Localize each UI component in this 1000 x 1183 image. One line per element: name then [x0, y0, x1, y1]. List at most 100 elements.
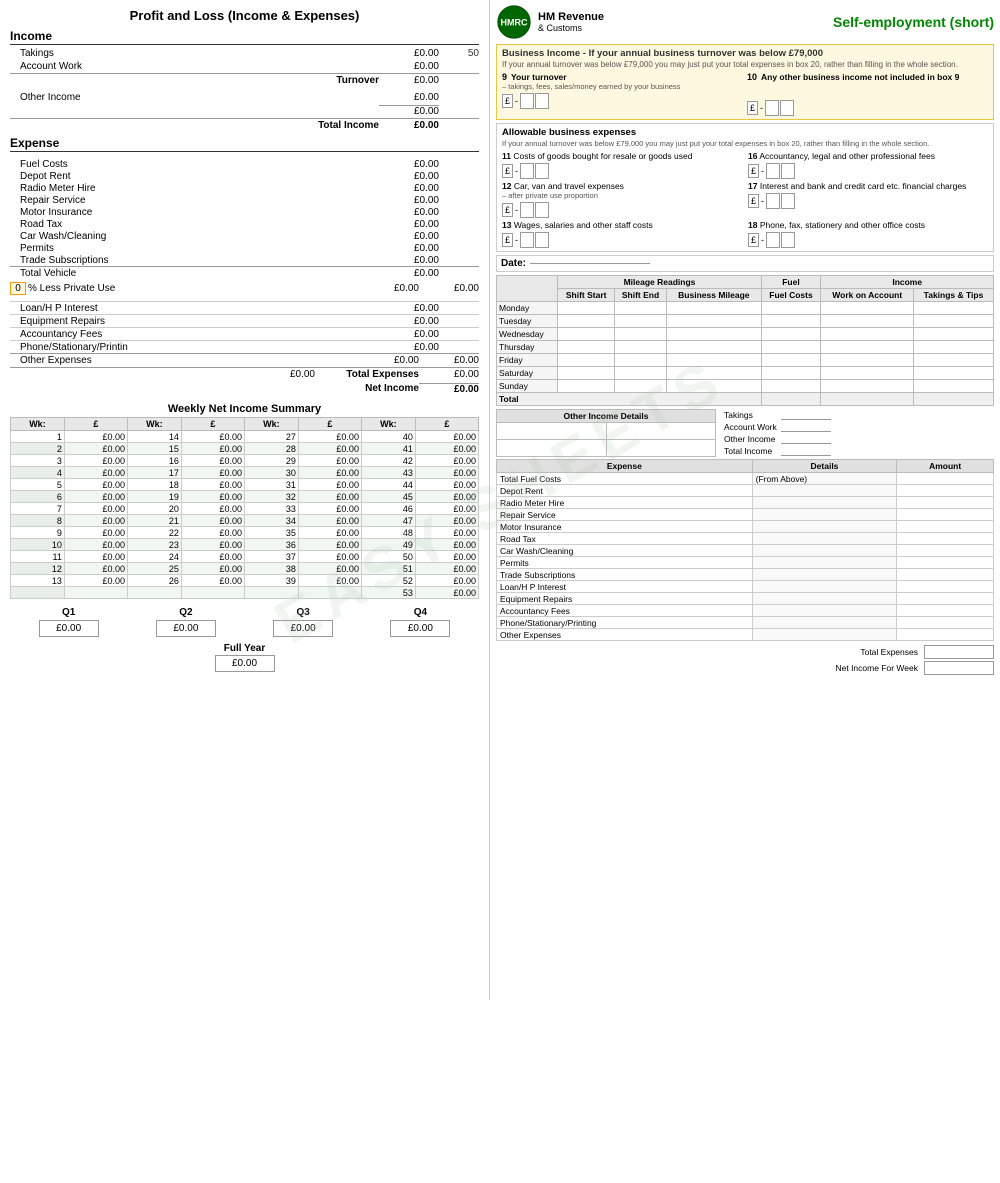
bi-box9-num: 9 — [502, 72, 507, 82]
list-item: Thursday — [497, 341, 994, 354]
vehicle-item-label: Fuel Costs — [20, 159, 379, 170]
hmrc-logo-icon: HMRC — [496, 4, 532, 40]
vehicle-item-label: Radio Meter Hire — [20, 183, 379, 194]
hmrc-text: HM Revenue & Customs — [538, 11, 604, 33]
vehicle-item-amount: £0.00 — [379, 207, 439, 218]
private-amount2: £0.00 — [419, 283, 479, 294]
allow-item-17: 17 Interest and bank and credit card etc… — [748, 181, 988, 218]
date-box[interactable] — [530, 263, 650, 264]
other-exp-amount: £0.00 — [379, 303, 439, 314]
other-exp-label: Equipment Repairs — [20, 316, 379, 327]
list-item: Wednesday — [497, 328, 994, 341]
brs-total-expenses: Total Expenses — [496, 644, 994, 660]
list-item: Sunday — [497, 380, 994, 393]
allow-item-12: 12 Car, van and travel expenses – after … — [502, 181, 742, 218]
list-item: 53£0.00 — [11, 587, 479, 599]
other-income-header: Other Income Details — [497, 410, 716, 423]
hmrc-logo: HMRC HM Revenue & Customs — [496, 4, 604, 40]
table-row: Permits — [497, 557, 994, 569]
bi-box10-title: Any other business income not included i… — [761, 72, 959, 82]
table-row: Repair Service — [497, 509, 994, 521]
list-item: 4£0.0017£0.0030£0.0043£0.00 — [11, 467, 479, 479]
rt-other-income-label: Other Income — [724, 434, 776, 444]
quarterly-row: Q1£0.00Q2£0.00Q3£0.00Q4£0.00 — [10, 607, 479, 637]
takings-amount: £0.00 — [379, 48, 439, 59]
self-employment-title: Self-employment (short) — [833, 14, 994, 30]
account-work-row: Account Work £0.00 — [10, 60, 479, 73]
account-work-label: Account Work — [20, 61, 379, 72]
wk-col7: Wk: — [361, 418, 415, 431]
other-income-row1 — [497, 423, 716, 440]
other-exp-label: Accountancy Fees — [20, 329, 379, 340]
vehicle-item-row: Permits£0.00 — [10, 242, 479, 254]
other-exp-label: Loan/H P Interest — [20, 303, 379, 314]
rt-other-income: Other Income — [724, 433, 831, 445]
full-year-row: Full Year £0.00 — [10, 643, 479, 672]
vehicle-item-amount: £0.00 — [379, 243, 439, 254]
other-expense-row: Loan/H P Interest£0.00 — [10, 301, 479, 314]
rt-other-income-box — [781, 434, 831, 444]
other-expenses-amount2: £0.00 — [419, 355, 479, 366]
list-item: 3£0.0016£0.0029£0.0042£0.00 — [11, 455, 479, 467]
net-income-label: Net Income — [319, 383, 419, 395]
other-income-amount: £0.00 — [379, 92, 439, 103]
total-expenses-sub: £0.00 — [255, 369, 315, 380]
other-expense-items: Loan/H P Interest£0.00 Equipment Repairs£… — [10, 301, 479, 353]
total-income-row: Total Income £0.00 — [10, 118, 479, 132]
vehicle-item-row: Fuel Costs£0.00 — [10, 158, 479, 170]
q-label: Q4 — [390, 607, 450, 618]
table-row: Accountancy Fees — [497, 605, 994, 617]
rt-takings-label: Takings — [724, 410, 753, 420]
vehicle-item-row: Repair Service£0.00 — [10, 194, 479, 206]
wk-col5: Wk: — [244, 418, 298, 431]
net-income-week-label: Net Income For Week — [835, 663, 918, 673]
table-row: Radio Meter Hire — [497, 497, 994, 509]
quarterly-item: Q3£0.00 — [273, 607, 333, 637]
hmrc-header: HMRC HM Revenue & Customs Self-employmen… — [496, 4, 994, 40]
table-row: Motor Insurance — [497, 521, 994, 533]
table-row: Road Tax — [497, 533, 994, 545]
takings-label: Takings — [20, 48, 379, 59]
total-exp-box — [924, 645, 994, 659]
vehicle-item-row: Motor Insurance£0.00 — [10, 206, 479, 218]
other-expenses-total: Other Expenses £0.00 £0.00 — [10, 353, 479, 367]
vehicle-item-row: Car Wash/Cleaning£0.00 — [10, 230, 479, 242]
business-mileage-header: Business Mileage — [667, 289, 761, 302]
rt-account-work-box — [781, 422, 831, 432]
vehicle-item-amount: £0.00 — [379, 255, 439, 266]
vehicle-items: Fuel Costs£0.00Depot Rent£0.00Radio Mete… — [10, 158, 479, 266]
rt-account-work-label: Account Work — [724, 422, 777, 432]
takings-extra: 50 — [439, 48, 479, 59]
wk-col2: £ — [64, 418, 127, 431]
private-use-row: 0 % Less Private Use £0.00 £0.00 — [10, 280, 479, 297]
expense-section: Expense Fuel Costs£0.00Depot Rent£0.00Ra… — [10, 136, 479, 397]
bi-box9-title: Your turnover — [511, 72, 567, 82]
other-income-block: Other Income Details Takings — [496, 409, 994, 457]
takings-row: Takings £0.00 50 — [10, 47, 479, 60]
list-item: Tuesday — [497, 315, 994, 328]
other-expenses-amount1: £0.00 — [359, 355, 419, 366]
wk-col1: Wk: — [11, 418, 65, 431]
vehicle-item-label: Permits — [20, 243, 379, 254]
date-section: Date: — [496, 255, 994, 272]
table-row: Trade Subscriptions — [497, 569, 994, 581]
sub-amount: £0.00 — [379, 105, 439, 117]
q-label: Q1 — [39, 607, 99, 618]
private-amount1: £0.00 — [359, 283, 419, 294]
details-col-header: Details — [752, 460, 897, 473]
expense-header: Expense — [10, 136, 479, 152]
bottom-right-section: Total Expenses Net Income For Week — [496, 644, 994, 676]
other-expense-row: Accountancy Fees£0.00 — [10, 327, 479, 340]
takings-tips-header: Takings & Tips — [914, 289, 994, 302]
other-income-table: Other Income Details — [496, 409, 716, 457]
rt-takings: Takings — [724, 409, 831, 421]
fuel-header: Fuel — [761, 276, 821, 289]
allowable-title: Allowable business expenses — [502, 127, 988, 138]
mileage-table: Mileage Readings Fuel Income Shift Start… — [496, 275, 994, 406]
turnover-label: Turnover — [299, 75, 379, 86]
list-item: 11£0.0024£0.0037£0.0050£0.00 — [11, 551, 479, 563]
list-item: 2£0.0015£0.0028£0.0041£0.00 — [11, 443, 479, 455]
weekly-summary: Weekly Net Income Summary Wk: £ Wk: £ Wk… — [10, 403, 479, 599]
expense-table-right: Expense Details Amount Total Fuel Costs(… — [496, 459, 994, 641]
shift-end-header: Shift End — [614, 289, 666, 302]
